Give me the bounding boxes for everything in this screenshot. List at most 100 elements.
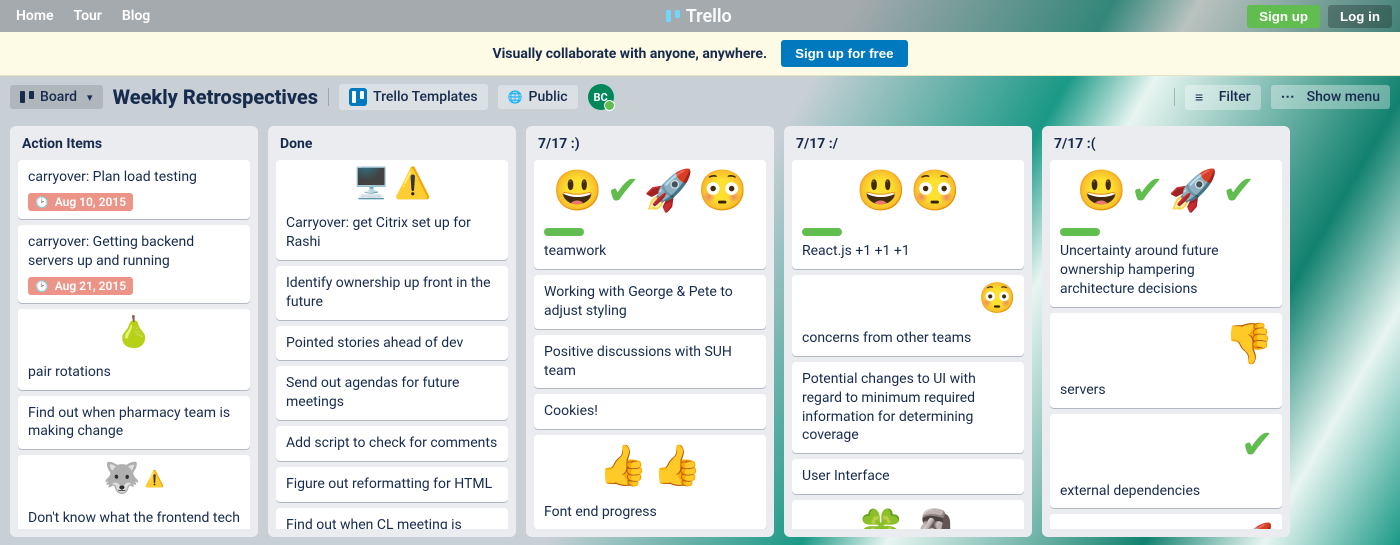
board-name[interactable]: Weekly Retrospectives xyxy=(113,85,318,109)
cards-container: 😃✔🚀😳teamwork Working with George & Pete t… xyxy=(534,160,766,529)
card-title: Potential changes to UI with regard to m… xyxy=(802,370,1014,446)
global-nav: Home Tour Blog Trello Sign up Log in xyxy=(0,0,1400,32)
card-title: Add script to check for comments xyxy=(286,434,498,453)
card[interactable]: 🐺⚠️Don't know what the frontend tech sta… xyxy=(18,455,250,529)
templates-label: Trello Templates xyxy=(373,89,478,105)
card-title: Find out when CL meeting is xyxy=(286,516,498,529)
card-title: Identify ownership up front in the futur… xyxy=(286,274,498,312)
card[interactable]: 🚀me too / kitchen sink feature requests xyxy=(1050,514,1282,529)
card-label xyxy=(802,228,842,236)
banner-text: Visually collaborate with anyone, anywhe… xyxy=(492,46,767,62)
due-date-badge: Aug 10, 2015 xyxy=(28,193,133,211)
list-title[interactable]: 7/17 :( xyxy=(1050,134,1282,160)
card-title: Uncertainty around future ownership hamp… xyxy=(1060,242,1272,299)
card[interactable]: Potential changes to UI with regard to m… xyxy=(792,362,1024,454)
card[interactable]: Positive discussions with SUH team xyxy=(534,335,766,389)
list-title[interactable]: Action Items xyxy=(18,134,250,160)
card-title: carryover: Plan load testing xyxy=(28,168,240,187)
card-title: carryover: Getting backend servers up an… xyxy=(28,233,240,271)
signup-banner: Visually collaborate with anyone, anywhe… xyxy=(0,32,1400,76)
card-title: concerns from other teams xyxy=(802,329,1014,348)
card[interactable]: Add script to check for comments xyxy=(276,426,508,461)
menu-dots-icon xyxy=(1281,89,1301,105)
board-view-label: Board xyxy=(40,89,77,105)
card[interactable]: Figure out reformatting for HTML xyxy=(276,467,508,502)
card-title: Cookies! xyxy=(544,402,756,421)
card-label xyxy=(544,228,584,236)
list: 7/17 :(😃✔🚀✔Uncertainty around future own… xyxy=(1042,126,1290,537)
list-title[interactable]: 7/17 :/ xyxy=(792,134,1024,160)
card[interactable]: Find out when CL meeting is xyxy=(276,508,508,529)
card-title: servers xyxy=(1060,381,1272,400)
show-menu-label: Show menu xyxy=(1307,89,1380,105)
board-icon xyxy=(20,91,34,103)
board-header: Board Weekly Retrospectives Trello Templ… xyxy=(0,76,1400,118)
card[interactable]: Find out when pharmacy team is making ch… xyxy=(18,396,250,450)
member-avatar[interactable]: BC xyxy=(588,84,614,110)
card-title: React.js +1 +1 +1 xyxy=(802,242,1014,261)
list-title[interactable]: Done xyxy=(276,134,508,160)
login-button[interactable]: Log in xyxy=(1328,5,1392,28)
visibility-label: Public xyxy=(529,89,568,105)
filter-icon: ≡ xyxy=(1195,89,1203,106)
show-menu-button[interactable]: Show menu xyxy=(1271,85,1390,109)
card-title: external dependencies xyxy=(1060,482,1272,501)
cards-container: 😃😳React.js +1 +1 +1😳concerns from other … xyxy=(792,160,1024,529)
card[interactable]: carryover: Plan load testing Aug 10, 2015 xyxy=(18,160,250,219)
card-title: Don't know what the frontend tech stack … xyxy=(28,509,240,529)
card-title: Figure out reformatting for HTML xyxy=(286,475,498,494)
card[interactable]: carryover: Getting backend servers up an… xyxy=(18,225,250,303)
card[interactable]: Identify ownership up front in the futur… xyxy=(276,266,508,320)
signup-button[interactable]: Sign up xyxy=(1247,5,1320,28)
nav-home[interactable]: Home xyxy=(16,8,54,24)
nav-tour[interactable]: Tour xyxy=(74,8,102,24)
card[interactable]: 👍👍Font end progress xyxy=(534,435,766,529)
card[interactable]: 🍀🗿politics xyxy=(792,500,1024,529)
card[interactable]: 🖥️⚠️Carryover: get Citrix set up for Ras… xyxy=(276,160,508,260)
list: Action Itemscarryover: Plan load testing… xyxy=(10,126,258,537)
cards-container: 😃✔🚀✔Uncertainty around future ownership … xyxy=(1050,160,1282,529)
trello-logo-icon xyxy=(666,10,680,22)
nav-auth: Sign up Log in xyxy=(1247,5,1392,28)
card[interactable]: 👎servers xyxy=(1050,313,1282,408)
banner-signup-button[interactable]: Sign up for free xyxy=(781,40,907,67)
card-title: User Interface xyxy=(802,467,1014,486)
card[interactable]: Cookies! xyxy=(534,394,766,429)
card-title: teamwork xyxy=(544,242,756,261)
filter-label: Filter xyxy=(1219,89,1251,105)
card-title: Find out when pharmacy team is making ch… xyxy=(28,404,240,442)
card-title: Pointed stories ahead of dev xyxy=(286,334,498,353)
card[interactable]: 😳concerns from other teams xyxy=(792,275,1024,356)
list: 7/17 :)😃✔🚀😳teamwork Working with George &… xyxy=(526,126,774,537)
nav-links: Home Tour Blog xyxy=(8,8,150,24)
list: 7/17 :/😃😳React.js +1 +1 +1😳concerns from… xyxy=(784,126,1032,537)
nav-brand: Trello xyxy=(150,6,1247,27)
card[interactable]: Working with George & Pete to adjust sty… xyxy=(534,275,766,329)
card[interactable]: ✔external dependencies xyxy=(1050,414,1282,509)
filter-button[interactable]: ≡ Filter xyxy=(1185,85,1261,110)
card[interactable]: Pointed stories ahead of dev xyxy=(276,326,508,361)
nav-blog[interactable]: Blog xyxy=(122,8,150,24)
card[interactable]: 😃✔🚀✔Uncertainty around future ownership … xyxy=(1050,160,1282,307)
card[interactable]: 🍐pair rotations xyxy=(18,309,250,390)
divider xyxy=(328,88,329,106)
card[interactable]: User Interface xyxy=(792,459,1024,494)
cards-container: 🖥️⚠️Carryover: get Citrix set up for Ras… xyxy=(276,160,508,529)
card-title: Send out agendas for future meetings xyxy=(286,374,498,412)
board-view-switcher[interactable]: Board xyxy=(10,85,103,109)
card[interactable]: 😃✔🚀😳teamwork xyxy=(534,160,766,269)
visibility-button[interactable]: Public xyxy=(498,85,578,109)
card-title: Font end progress xyxy=(544,503,756,522)
card-title: Working with George & Pete to adjust sty… xyxy=(544,283,756,321)
card-label xyxy=(1060,228,1100,236)
card[interactable]: 😃😳React.js +1 +1 +1 xyxy=(792,160,1024,269)
list-title[interactable]: 7/17 :) xyxy=(534,134,766,160)
divider xyxy=(1174,88,1175,106)
trello-templates-button[interactable]: Trello Templates xyxy=(339,84,488,110)
card-title: Carryover: get Citrix set up for Rashi xyxy=(286,214,498,252)
cards-container: carryover: Plan load testing Aug 10, 2015… xyxy=(18,160,250,529)
board-canvas[interactable]: Action Itemscarryover: Plan load testing… xyxy=(0,118,1400,545)
brand-text: Trello xyxy=(686,6,732,27)
clock-icon xyxy=(35,195,51,209)
card[interactable]: Send out agendas for future meetings xyxy=(276,366,508,420)
